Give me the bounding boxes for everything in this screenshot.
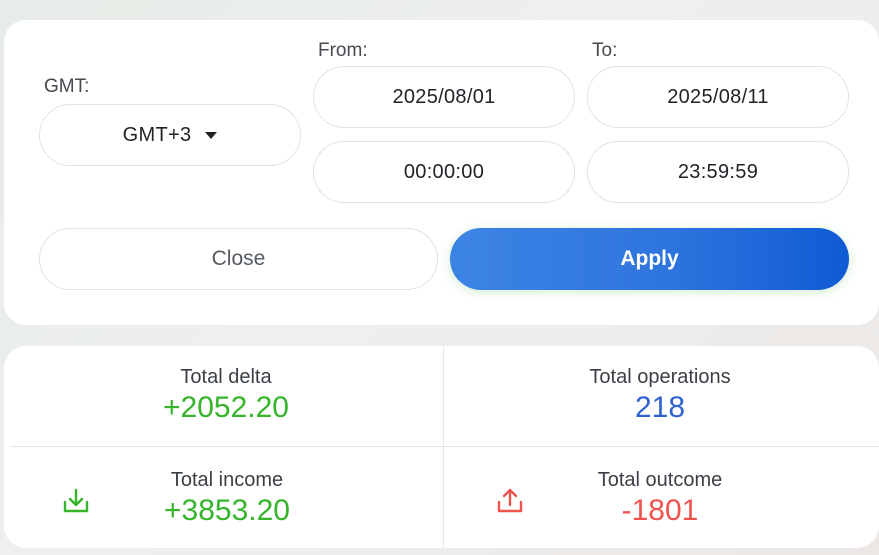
apply-button[interactable]: Apply [450, 228, 849, 290]
total-outcome-label: Total outcome [597, 469, 723, 491]
column-divider [443, 346, 444, 548]
total-operations-value: 218 [634, 391, 686, 424]
gmt-select[interactable]: GMT+3 [39, 104, 301, 166]
row-divider [10, 446, 879, 447]
total-income-stat: Total income +3853.20 [127, 469, 327, 528]
total-income-label: Total income [170, 469, 284, 491]
from-date-field[interactable]: 2025/08/01 [313, 66, 575, 128]
total-outcome-stat: Total outcome -1801 [560, 469, 760, 528]
total-operations-stat: Total operations 218 [530, 366, 790, 425]
close-button[interactable]: Close [39, 228, 438, 290]
from-time-field[interactable]: 00:00:00 [313, 141, 575, 203]
gmt-select-value: GMT+3 [122, 123, 192, 146]
from-label: From: [318, 40, 368, 61]
gmt-label: GMT: [44, 76, 90, 97]
download-icon [63, 488, 89, 513]
total-delta-stat: Total delta +2052.20 [126, 366, 326, 425]
total-outcome-value: -1801 [621, 494, 699, 527]
upload-icon [497, 488, 523, 513]
total-operations-label: Total operations [589, 366, 731, 388]
totals-panel: Total delta +2052.20 Total operations 21… [4, 346, 879, 548]
to-date-field[interactable]: 2025/08/11 [587, 66, 849, 128]
caret-down-icon [205, 131, 218, 139]
total-income-value: +3853.20 [164, 494, 290, 527]
to-time-field[interactable]: 23:59:59 [587, 141, 849, 203]
total-delta-value: +2052.20 [163, 391, 289, 424]
total-delta-label: Total delta [180, 366, 272, 388]
date-filter-panel: GMT: From: To: GMT+3 2025/08/01 2025/08/… [4, 20, 879, 325]
to-label: To: [592, 40, 618, 61]
